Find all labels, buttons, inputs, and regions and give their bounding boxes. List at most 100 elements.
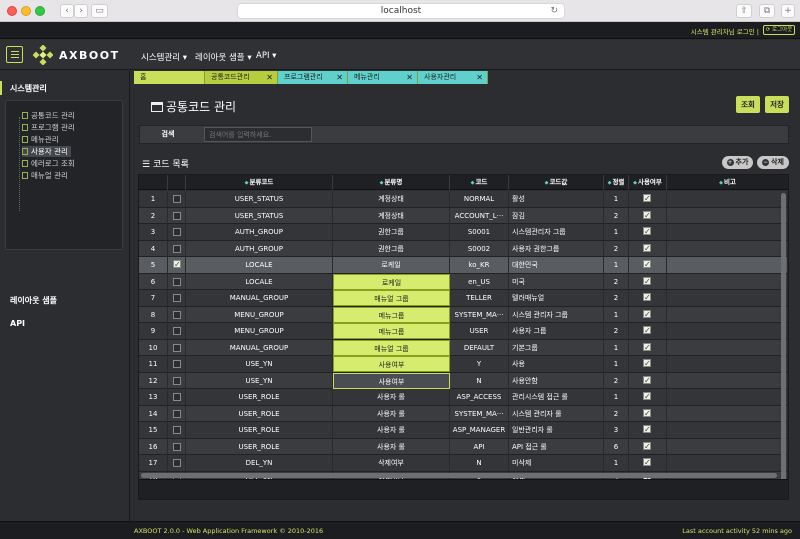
minimize-window-icon[interactable] (21, 6, 31, 16)
use-cell[interactable]: ✓ (629, 306, 667, 323)
table-row[interactable]: 6 LOCALE 로케일 en_US 미국 2 ✓ (139, 273, 788, 290)
row-checkbox[interactable] (173, 376, 181, 385)
use-checkbox[interactable]: ✓ (643, 227, 651, 236)
group-code-cell[interactable]: DEL_YN (186, 455, 333, 471)
tab-user[interactable]: 사용자관리 ✕ (418, 71, 488, 84)
remark-cell[interactable] (667, 306, 788, 323)
use-cell[interactable]: ✓ (629, 372, 667, 389)
search-button[interactable]: 조회 (736, 96, 760, 113)
sort-cell[interactable]: 1 (604, 389, 629, 405)
row-checkbox[interactable] (173, 211, 181, 220)
sort-cell[interactable]: 3 (604, 422, 629, 438)
use-checkbox[interactable]: ✓ (643, 309, 651, 318)
tree-item-manual[interactable]: 매뉴얼 관리 (22, 170, 71, 181)
use-checkbox[interactable]: ✓ (643, 342, 651, 351)
row-check-cell[interactable] (168, 372, 186, 389)
table-row[interactable]: 13 USER_ROLE 사용자 롤 ASP_ACCESS 관리시스템 접근 롤 1 ✓ (139, 389, 788, 406)
remark-cell[interactable] (667, 372, 788, 389)
col-header-group-name[interactable]: ◆분류명 (333, 175, 450, 190)
code-value-cell[interactable]: 일반관리자 롤 (509, 422, 604, 438)
group-code-cell[interactable]: USER_ROLE (186, 405, 333, 422)
code-value-cell[interactable]: 시스템 관리자 롤 (509, 405, 604, 422)
row-checkbox[interactable] (173, 228, 181, 236)
use-cell[interactable]: ✓ (629, 273, 667, 290)
sort-cell[interactable]: 2 (604, 405, 629, 422)
use-cell[interactable]: ✓ (629, 405, 667, 422)
tabs-overview-icon[interactable]: ⧉ (759, 4, 775, 18)
use-checkbox[interactable]: ✓ (643, 210, 651, 219)
forward-icon[interactable]: › (74, 4, 88, 18)
reload-icon[interactable]: ↻ (550, 4, 558, 18)
use-checkbox[interactable]: ✓ (643, 408, 651, 417)
table-row[interactable]: 3 AUTH_GROUP 권한그룹 S0001 시스템관리자 그룹 1 ✓ (139, 224, 788, 241)
use-checkbox[interactable]: ✓ (643, 359, 651, 368)
use-checkbox[interactable]: ✓ (643, 260, 651, 269)
use-cell[interactable]: ✓ (629, 389, 667, 405)
code-cell[interactable]: N (450, 372, 509, 389)
group-code-cell[interactable]: AUTH_GROUP (186, 224, 333, 240)
row-check-cell[interactable] (168, 191, 186, 207)
tree-item-common-code[interactable]: 공통코드 관리 (22, 110, 78, 121)
row-checkbox[interactable] (173, 195, 181, 203)
group-name-cell[interactable]: 매뉴얼 그룹 (333, 339, 450, 356)
use-cell[interactable]: ✓ (629, 191, 667, 207)
group-name-cell[interactable]: 권한그룹 (333, 224, 450, 240)
group-code-cell[interactable]: USER_ROLE (186, 438, 333, 455)
delete-button[interactable]: − 삭제 (757, 156, 789, 169)
use-checkbox[interactable]: ✓ (643, 276, 651, 285)
code-value-cell[interactable]: 사용자 권한그룹 (509, 240, 604, 257)
remark-cell[interactable] (667, 389, 788, 405)
group-name-cell[interactable]: 계정상태 (333, 191, 450, 207)
group-name-cell[interactable]: 매뉴얼 그룹 (333, 290, 450, 306)
sort-cell[interactable]: 2 (604, 207, 629, 224)
col-header-use[interactable]: ◆사용여부 (629, 175, 667, 190)
code-value-cell[interactable]: 활성 (509, 191, 604, 207)
sort-cell[interactable]: 2 (604, 323, 629, 339)
table-row[interactable]: 17 DEL_YN 삭제여부 N 미삭제 1 ✓ (139, 455, 788, 472)
remark-cell[interactable] (667, 356, 788, 372)
row-check-cell[interactable] (168, 339, 186, 356)
col-header-group-code[interactable]: ◆분류코드 (186, 175, 333, 190)
close-icon[interactable]: ✕ (406, 71, 413, 84)
tab-home[interactable]: 홈 (134, 71, 205, 84)
horizontal-scrollbar[interactable] (141, 473, 777, 478)
use-cell[interactable]: ✓ (629, 356, 667, 372)
col-header-remark[interactable]: ◆비고 (667, 175, 788, 190)
sort-cell[interactable]: 1 (604, 455, 629, 471)
table-row[interactable]: 15 USER_ROLE 사용자 롤 ASP_MANAGER 일반관리자 롤 3 ✓ (139, 422, 788, 439)
code-cell[interactable]: DEFAULT (450, 339, 509, 356)
row-check-cell[interactable] (168, 224, 186, 240)
table-row[interactable]: 2 USER_STATUS 계정상태 ACCOUNT_L··· 잠김 2 ✓ (139, 207, 788, 224)
use-cell[interactable]: ✓ (629, 438, 667, 455)
row-checkbox[interactable]: ✓ (173, 260, 181, 269)
group-code-cell[interactable]: LOCALE (186, 257, 333, 273)
group-code-cell[interactable]: USER_ROLE (186, 389, 333, 405)
remark-cell[interactable] (667, 438, 788, 455)
use-checkbox[interactable]: ✓ (643, 326, 651, 335)
code-cell[interactable]: SYSTEM_MA··· (450, 306, 509, 323)
sidebar-section-layout-sample[interactable]: 레이아웃 샘플 (10, 295, 57, 306)
group-name-cell[interactable]: 사용자 롤 (333, 405, 450, 422)
sidebar-toggle-icon[interactable]: ▭ (91, 4, 108, 18)
menu-toggle-button[interactable] (6, 46, 23, 63)
row-checkbox[interactable] (173, 426, 181, 434)
code-cell[interactable]: SYSTEM_MA··· (450, 405, 509, 422)
table-row[interactable]: 11 USE_YN 사용여부 Y 사용 1 ✓ (139, 356, 788, 373)
code-cell[interactable]: S0002 (450, 240, 509, 257)
row-checkbox[interactable] (173, 294, 181, 302)
row-check-cell[interactable] (168, 405, 186, 422)
table-row[interactable]: 1 USER_STATUS 계정상태 NORMAL 활성 1 ✓ (139, 191, 788, 208)
remark-cell[interactable] (667, 273, 788, 290)
sort-cell[interactable]: 1 (604, 306, 629, 323)
use-checkbox[interactable]: ✓ (643, 194, 651, 203)
tree-item-error-log[interactable]: 에러로그 조회 (22, 158, 78, 169)
group-name-cell[interactable]: 메뉴그룹 (333, 323, 450, 339)
group-code-cell[interactable]: MANUAL_GROUP (186, 339, 333, 356)
code-cell[interactable]: ASP_MANAGER (450, 422, 509, 438)
row-checkbox[interactable] (173, 409, 181, 418)
topmenu-layout-sample[interactable]: 레이아웃 샘플 ▾ (195, 51, 252, 63)
use-cell[interactable]: ✓ (629, 257, 667, 273)
sort-cell[interactable]: 2 (604, 273, 629, 290)
share-icon[interactable]: ⇧ (736, 4, 752, 18)
code-value-cell[interactable]: 사용안함 (509, 372, 604, 389)
